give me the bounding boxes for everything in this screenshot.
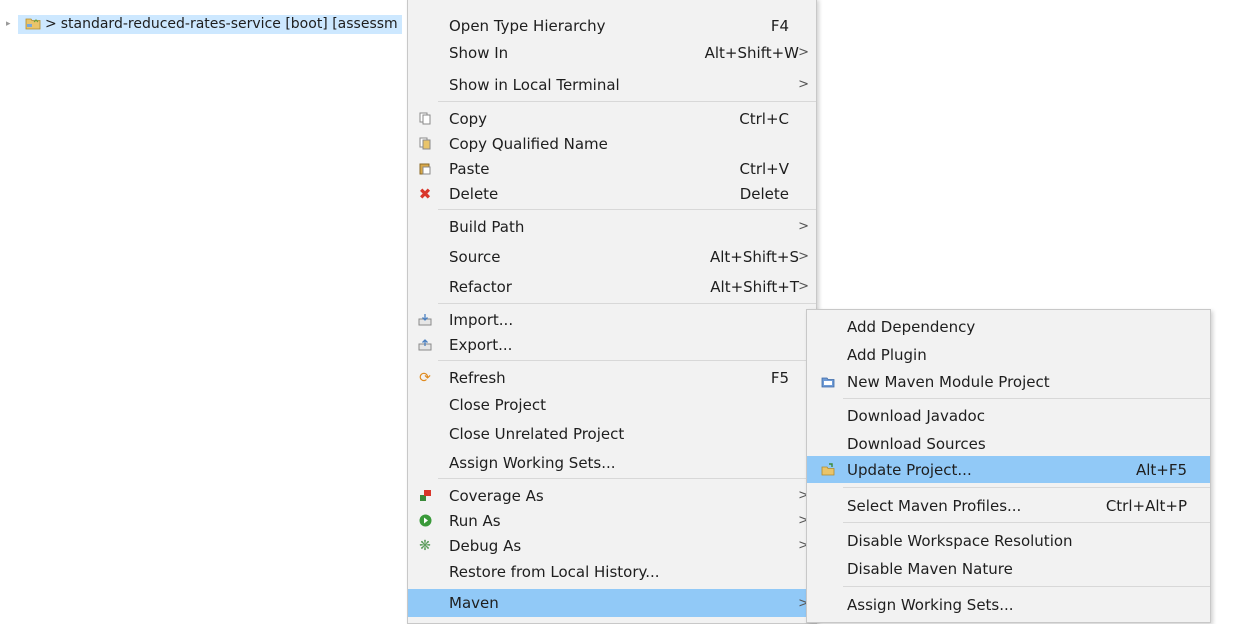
menu-item-download-javadoc[interactable]: Download Javadoc xyxy=(807,403,1210,428)
copy-qualified-name-icon xyxy=(418,137,432,151)
menu-item-close-unrelated-project[interactable]: Close Unrelated Project xyxy=(408,421,816,446)
expand-chevron-icon[interactable]: ▸ xyxy=(6,19,18,29)
refresh-icon: ⟳ xyxy=(419,369,431,386)
update-project-icon xyxy=(821,463,835,477)
menu-item-add-plugin[interactable]: Add Plugin xyxy=(807,342,1210,367)
menu-item-open-type-hierarchy[interactable]: Open Type Hierarchy F4 xyxy=(408,13,816,38)
submenu-arrow-icon: > xyxy=(798,249,809,264)
menu-item-maven[interactable]: Maven > xyxy=(408,589,816,617)
menu-item-refactor[interactable]: Refactor Alt+Shift+T > xyxy=(408,274,816,299)
menu-item-build-path[interactable]: Build Path > xyxy=(408,214,816,239)
menu-item-export[interactable]: Export... xyxy=(408,332,816,357)
menu-item-import[interactable]: Import... xyxy=(408,307,816,332)
export-icon xyxy=(418,338,432,352)
menu-item-show-in[interactable]: Show In Alt+Shift+W > xyxy=(408,40,816,65)
menu-item-add-dependency[interactable]: Add Dependency xyxy=(807,314,1210,339)
menu-item-new-maven-module-project[interactable]: New Maven Module Project xyxy=(807,369,1210,394)
selected-project[interactable]: > standard-reduced-rates-service [boot] … xyxy=(18,14,402,34)
menu-item-source[interactable]: Source Alt+Shift+S > xyxy=(408,244,816,269)
menu-item-restore-from-local-history[interactable]: Restore from Local History... xyxy=(408,559,816,584)
menu-item-disable-maven-nature[interactable]: Disable Maven Nature xyxy=(807,556,1210,581)
copy-icon xyxy=(418,112,432,126)
menu-separator xyxy=(438,303,816,304)
menu-item-run-as[interactable]: Run As > xyxy=(408,508,816,533)
run-icon xyxy=(418,514,432,528)
menu-item-download-sources[interactable]: Download Sources xyxy=(807,431,1210,456)
menu-item-disable-workspace-resolution[interactable]: Disable Workspace Resolution xyxy=(807,528,1210,553)
delete-icon: ✖ xyxy=(418,184,432,203)
menu-item-refresh[interactable]: ⟳ Refresh F5 xyxy=(408,365,816,390)
project-folder-icon xyxy=(25,16,41,30)
menu-item-select-maven-profiles[interactable]: Select Maven Profiles... Ctrl+Alt+P xyxy=(807,493,1210,518)
submenu-arrow-icon: > xyxy=(798,219,809,234)
menu-item-delete[interactable]: ✖ Delete Delete xyxy=(408,181,816,206)
menu-item-copy[interactable]: Copy Ctrl+C xyxy=(408,106,816,131)
menu-separator xyxy=(438,101,816,102)
menu-separator xyxy=(438,209,816,210)
submenu-arrow-icon: > xyxy=(798,45,809,60)
submenu-arrow-icon: > xyxy=(798,279,809,294)
menu-item-assign-working-sets[interactable]: Assign Working Sets... xyxy=(408,450,816,475)
menu-separator xyxy=(843,487,1210,488)
menu-item-copy-qualified-name[interactable]: Copy Qualified Name xyxy=(408,131,816,156)
menu-separator xyxy=(843,522,1210,523)
import-icon xyxy=(418,313,432,327)
submenu-arrow-icon: > xyxy=(798,77,809,92)
menu-item-close-project[interactable]: Close Project xyxy=(408,392,816,417)
maven-submenu: Add Dependency Add Plugin New Maven Modu… xyxy=(806,309,1211,623)
project-label: standard-reduced-rates-service [boot] [a… xyxy=(60,15,398,32)
menu-item-show-in-local-terminal[interactable]: Show in Local Terminal > xyxy=(408,72,816,97)
coverage-icon xyxy=(418,489,432,503)
menu-separator xyxy=(438,478,816,479)
menu-item-coverage-as[interactable]: Coverage As > xyxy=(408,483,816,508)
debug-bug-icon: ❋ xyxy=(419,537,431,554)
menu-separator xyxy=(843,586,1210,587)
menu-separator xyxy=(438,360,816,361)
project-tree-row[interactable]: ▸ > standard-reduced-rates-service [boot… xyxy=(0,12,405,36)
paste-icon xyxy=(418,162,432,176)
menu-item-paste[interactable]: Paste Ctrl+V xyxy=(408,156,816,181)
menu-item-debug-as[interactable]: ❋ Debug As > xyxy=(408,533,816,558)
new-maven-module-icon xyxy=(821,375,835,389)
menu-item-update-project[interactable]: Update Project... Alt+F5 xyxy=(807,456,1210,483)
menu-separator xyxy=(843,398,1210,399)
context-menu: Open Type Hierarchy F4 Show In Alt+Shift… xyxy=(407,0,817,624)
menu-item-maven-assign-working-sets[interactable]: Assign Working Sets... xyxy=(807,592,1210,617)
project-prefix: > xyxy=(45,15,57,32)
